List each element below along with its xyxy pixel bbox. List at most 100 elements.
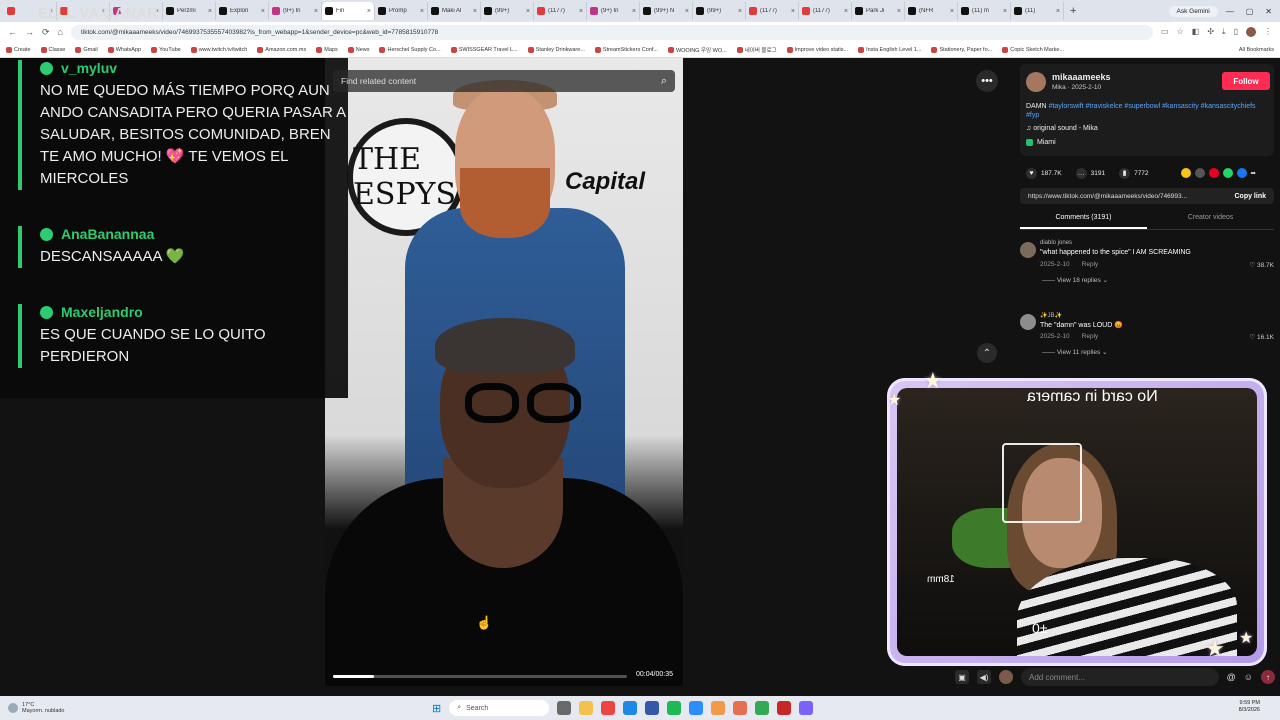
tab-close-icon[interactable]: × bbox=[314, 8, 318, 15]
browser-tab[interactable]: (11) m × bbox=[958, 2, 1011, 20]
tab-close-icon[interactable]: × bbox=[579, 8, 583, 15]
bookmark-item[interactable]: Classe bbox=[40, 46, 65, 53]
edge-icon[interactable] bbox=[623, 701, 638, 715]
commenter-avatar[interactable] bbox=[1020, 242, 1036, 258]
bookmark-item[interactable]: Create bbox=[6, 46, 31, 53]
commenter-avatar[interactable] bbox=[1020, 314, 1036, 330]
find-related-search[interactable]: Find related content ⌕ bbox=[333, 70, 675, 92]
app-icon[interactable] bbox=[777, 701, 792, 715]
bookmark-item[interactable]: Improve video statis... bbox=[786, 46, 848, 53]
browser-tab[interactable]: Promp × bbox=[375, 2, 428, 20]
post-sound[interactable]: ♫ original sound - Mika bbox=[1026, 125, 1098, 132]
comment-icon[interactable]: … bbox=[1075, 167, 1087, 179]
download-icon[interactable]: ⤓ bbox=[1222, 27, 1226, 37]
view-replies-button[interactable]: —— View 18 replies ⌄ bbox=[1042, 276, 1108, 284]
bookmark-item[interactable]: Maps bbox=[316, 46, 338, 53]
back-icon[interactable]: ← bbox=[8, 27, 17, 37]
browser-tab[interactable]: (99+) × bbox=[481, 2, 534, 20]
browser-tab[interactable]: Fin × bbox=[322, 2, 375, 20]
menu-icon[interactable]: ⋮ bbox=[1264, 27, 1272, 37]
emoji-icon[interactable]: ☺ bbox=[1244, 672, 1253, 682]
creator-avatar[interactable] bbox=[1026, 72, 1046, 92]
heart-icon[interactable]: ♥ bbox=[1026, 167, 1037, 179]
tab-close-icon[interactable]: × bbox=[526, 8, 530, 15]
copy-link-button[interactable]: Copy link bbox=[1226, 193, 1274, 200]
browser-tab[interactable]: (NFR × bbox=[905, 2, 958, 20]
share-friends-icon[interactable] bbox=[1180, 168, 1191, 178]
reload-icon[interactable]: ⟳ bbox=[42, 27, 50, 38]
comment-likes[interactable]: ♡ 38.7K bbox=[1249, 261, 1274, 269]
extension-icon[interactable]: ◧ bbox=[1192, 27, 1200, 37]
browser-tab[interactable]: (1177) × bbox=[799, 2, 852, 20]
tab-close-icon[interactable]: × bbox=[632, 8, 636, 15]
bookmark-item[interactable]: StreamStickers Conf... bbox=[594, 46, 658, 53]
ask-gemini-button[interactable]: Ask Gemini bbox=[1168, 5, 1218, 17]
bookmark-item[interactable]: Gmail bbox=[75, 46, 98, 53]
commenter-name[interactable]: diablo jones bbox=[1040, 240, 1072, 246]
puzzle-icon[interactable]: ✣ bbox=[1207, 27, 1214, 37]
all-bookmarks[interactable]: All Bookmarks bbox=[1239, 47, 1274, 53]
tab-close-icon[interactable]: × bbox=[420, 8, 424, 15]
creator-username[interactable]: mikaaameeks bbox=[1052, 72, 1111, 82]
bookmark-item[interactable]: YouTube bbox=[151, 46, 181, 53]
forward-icon[interactable]: → bbox=[25, 27, 34, 37]
browser-tab[interactable]: (9+) In × bbox=[269, 2, 322, 20]
minimize-icon[interactable]: — bbox=[1226, 7, 1234, 16]
reply-button[interactable]: Reply bbox=[1082, 333, 1099, 340]
chevron-up-icon[interactable]: ⌃ bbox=[977, 343, 997, 363]
bookmark-item[interactable]: www.twitch.tv/twitch bbox=[190, 46, 247, 53]
tab-comments[interactable]: Comments (3191) bbox=[1020, 210, 1147, 229]
search-icon[interactable]: ⌕ bbox=[661, 75, 667, 88]
browser-tab[interactable]: (99+) × bbox=[693, 2, 746, 20]
browser-tab[interactable]: Explori × bbox=[216, 2, 269, 20]
copilot-icon[interactable] bbox=[601, 701, 616, 715]
chrome-icon[interactable] bbox=[755, 701, 770, 715]
maximize-icon[interactable]: ▢ bbox=[1246, 7, 1254, 16]
video-link[interactable]: https://www.tiktok.com/@mikaaameeks/vide… bbox=[1020, 193, 1226, 200]
tab-close-icon[interactable]: × bbox=[208, 8, 212, 15]
browser-tab[interactable]: Maki Al × bbox=[428, 2, 481, 20]
more-options-button[interactable]: ••• bbox=[976, 70, 998, 92]
url-field[interactable]: tiktok.com/@mikaaameeks/video/7469937535… bbox=[70, 24, 1154, 40]
bookmark-icon[interactable]: ▮ bbox=[1119, 167, 1131, 179]
profile-avatar[interactable] bbox=[1246, 27, 1256, 37]
windows-start-icon[interactable]: ⊞ bbox=[432, 702, 441, 715]
bookmark-item[interactable]: 네이버 블로그 bbox=[736, 46, 777, 54]
commenter-name[interactable]: ✨JB✨ bbox=[1040, 312, 1062, 319]
tab-close-icon[interactable]: × bbox=[261, 8, 265, 15]
browser-tab[interactable]: (1177) × bbox=[746, 2, 799, 20]
post-hashtags[interactable]: #taylorswift #traviskelce #superbowl #ka… bbox=[1026, 103, 1256, 119]
comment-likes[interactable]: ♡ 16.1K bbox=[1249, 333, 1274, 341]
video-progress-bar[interactable] bbox=[333, 675, 627, 678]
bookmark-item[interactable]: Amazon.com.mx bbox=[257, 46, 306, 53]
tab-close-icon[interactable]: × bbox=[1056, 8, 1060, 15]
zoom-icon[interactable] bbox=[689, 701, 704, 715]
tab-close-icon[interactable]: × bbox=[791, 8, 795, 15]
video-player[interactable]: THE ESPYS Capital bbox=[325, 58, 683, 686]
close-icon[interactable]: ✕ bbox=[1265, 7, 1272, 16]
cast-icon[interactable]: ▭ bbox=[1161, 27, 1169, 37]
browser-tab[interactable]: (11) × bbox=[1011, 2, 1064, 20]
tab-close-icon[interactable]: × bbox=[844, 8, 848, 15]
follow-button[interactable]: Follow bbox=[1222, 72, 1270, 90]
browser-tab[interactable]: Park Ji × bbox=[852, 2, 905, 20]
embed-icon[interactable] bbox=[1194, 168, 1205, 178]
reply-button[interactable]: Reply bbox=[1082, 261, 1099, 268]
facebook-icon[interactable] bbox=[1236, 168, 1247, 178]
tab-close-icon[interactable]: × bbox=[685, 8, 689, 15]
mention-icon[interactable]: @ bbox=[1227, 672, 1236, 682]
weather-widget[interactable]: 17°C Mayorm. nublado bbox=[8, 702, 65, 714]
browser-tab[interactable]: (9+) In × bbox=[587, 2, 640, 20]
tab-close-icon[interactable]: × bbox=[897, 8, 901, 15]
bookmark-item[interactable]: Stanley Drinkware... bbox=[527, 46, 585, 53]
browser-tab[interactable]: Perzmi × bbox=[163, 2, 216, 20]
bookmark-item[interactable]: SWISSGEAR Travel L... bbox=[450, 46, 518, 53]
app-icon[interactable] bbox=[799, 701, 814, 715]
spotify-icon[interactable] bbox=[667, 701, 682, 715]
bookmark-item[interactable]: WOOING 우잉 WO... bbox=[667, 46, 727, 54]
task-view-icon[interactable] bbox=[557, 701, 572, 715]
file-explorer-icon[interactable] bbox=[579, 701, 594, 715]
pip-icon[interactable]: ▣ bbox=[955, 670, 969, 684]
new-tab-button[interactable]: + bbox=[1064, 5, 1082, 17]
share-arrow-icon[interactable]: ➦ bbox=[1251, 169, 1256, 177]
